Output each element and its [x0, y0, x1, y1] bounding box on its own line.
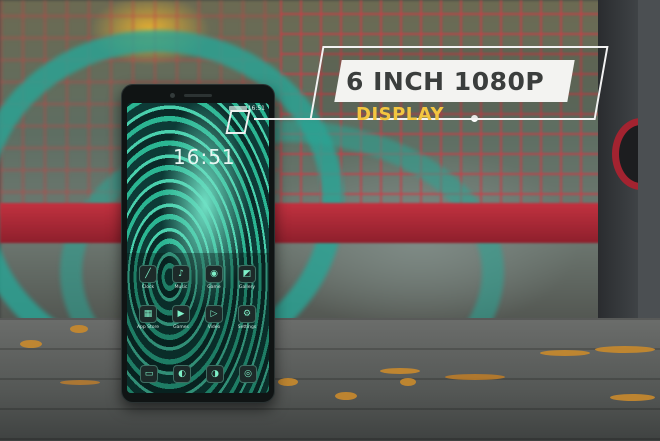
leaf	[278, 378, 298, 386]
leaf	[60, 380, 100, 385]
games-icon: ▶	[172, 305, 190, 323]
photo-scene: 16:51 16:51 ╱ Clock ♪ Music ◉ Game ◩ Gallery ▦ Ap…	[0, 0, 660, 441]
app-video[interactable]: ▷ Video	[199, 305, 229, 341]
leaf	[445, 374, 505, 380]
app-gallery[interactable]: ◩ Gallery	[232, 265, 262, 301]
app-label: Settings	[237, 325, 257, 330]
red-railing	[0, 203, 600, 243]
messages-icon[interactable]: ▭	[140, 365, 158, 383]
camera-icon[interactable]: ◎	[239, 365, 257, 383]
app-settings[interactable]: ⚙ Settings	[232, 305, 262, 341]
app-label: App Store	[136, 325, 160, 330]
app-clock[interactable]: ╱ Clock	[133, 265, 163, 301]
app-label: Clock	[141, 285, 155, 290]
phone-icon[interactable]: ◐	[173, 365, 191, 383]
leaf	[380, 368, 420, 374]
smartphone: 16:51 16:51 ╱ Clock ♪ Music ◉ Game ◩ Gallery ▦ Ap…	[121, 84, 275, 403]
app-game[interactable]: ◉ Game	[199, 265, 229, 301]
wooden-deck	[0, 318, 660, 441]
leaf	[400, 378, 416, 386]
leaf	[610, 394, 655, 401]
clock-icon: ╱	[139, 265, 157, 283]
app-music[interactable]: ♪ Music	[166, 265, 196, 301]
app-label: Music	[174, 285, 188, 290]
app-dock: ▭ ◐ ◑ ◎	[133, 361, 265, 385]
leaf	[70, 325, 88, 333]
game-icon: ◉	[205, 265, 223, 283]
earpiece-speaker	[184, 94, 212, 97]
gallery-icon: ◩	[238, 265, 256, 283]
settings-icon: ⚙	[238, 305, 256, 323]
app-label: Game	[207, 285, 221, 290]
app-label: Video	[207, 325, 221, 330]
app-store-icon: ▦	[139, 305, 157, 323]
music-icon: ♪	[172, 265, 190, 283]
leaf	[20, 340, 42, 348]
phone-screen: 16:51 16:51 ╱ Clock ♪ Music ◉ Game ◩ Gallery ▦ Ap…	[127, 103, 269, 393]
app-app-store[interactable]: ▦ App Store	[133, 305, 163, 341]
app-games[interactable]: ▶ Games	[166, 305, 196, 341]
callout-subtitle: DISPLAY	[356, 104, 445, 125]
leaf	[335, 392, 357, 400]
leaf	[595, 346, 655, 353]
right-post	[638, 0, 660, 330]
app-label: Gallery	[238, 285, 256, 290]
leaf	[540, 350, 590, 356]
callout-title: 6 INCH 1080P	[346, 67, 545, 96]
video-icon: ▷	[205, 305, 223, 323]
front-camera	[170, 93, 175, 98]
browser-icon[interactable]: ◑	[206, 365, 224, 383]
app-label: Games	[173, 325, 189, 330]
lock-clock: 16:51	[173, 145, 236, 169]
